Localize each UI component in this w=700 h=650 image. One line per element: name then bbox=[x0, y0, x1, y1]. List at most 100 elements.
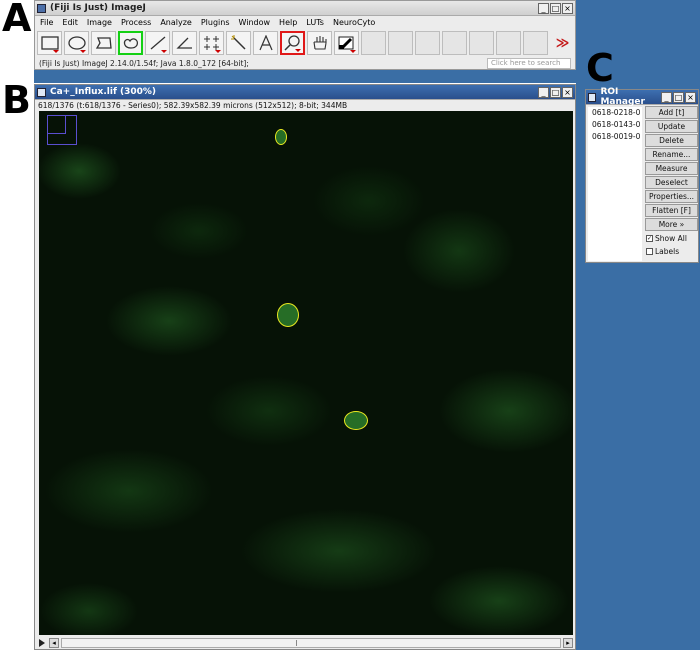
maximize-button[interactable]: □ bbox=[550, 2, 561, 14]
dropdown-indicator bbox=[161, 50, 167, 53]
image-window-titlebar[interactable]: Ca+_Influx.lif (300%) _ □ × bbox=[35, 85, 575, 100]
status-text: (Fiji Is Just) ImageJ 2.14.0/1.54f; Java… bbox=[39, 58, 249, 68]
rectangle-tool[interactable] bbox=[37, 31, 62, 55]
search-input[interactable]: Click here to search bbox=[487, 57, 571, 69]
delete-button[interactable]: Delete bbox=[645, 134, 698, 147]
add-button[interactable]: Add [t] bbox=[645, 106, 698, 119]
minimize-button[interactable]: _ bbox=[538, 86, 549, 98]
scroll-right-arrow[interactable]: ▸ bbox=[563, 637, 573, 648]
dropdown-indicator bbox=[295, 49, 301, 52]
multipoint-icon bbox=[203, 36, 219, 50]
checkbox-checked-icon: ✓ bbox=[646, 235, 653, 242]
dropdown-indicator bbox=[215, 50, 221, 53]
labels-checkbox[interactable]: Labels bbox=[645, 245, 698, 258]
zoom-navigator-viewport bbox=[48, 116, 66, 134]
minimize-button[interactable]: _ bbox=[661, 91, 672, 103]
close-button[interactable]: × bbox=[562, 86, 573, 98]
labels-label: Labels bbox=[655, 247, 680, 256]
angle-icon bbox=[175, 37, 192, 49]
roi-list-item[interactable]: 0618-0143-0 bbox=[588, 119, 642, 131]
multipoint-tool[interactable] bbox=[199, 31, 224, 55]
menu-window[interactable]: Window bbox=[239, 18, 271, 27]
roi-list[interactable]: 0618-0218-0 0618-0143-0 0618-0019-0 bbox=[588, 107, 642, 261]
menu-edit[interactable]: Edit bbox=[62, 18, 78, 27]
image-canvas[interactable] bbox=[39, 111, 573, 635]
imagej-titlebar[interactable]: (Fiji Is Just) ImageJ _ □ × bbox=[35, 1, 575, 16]
scroll-thumb[interactable] bbox=[296, 639, 300, 646]
text-tool[interactable] bbox=[253, 31, 278, 55]
properties-button[interactable]: Properties... bbox=[645, 190, 698, 203]
roi-list-item[interactable]: 0618-0019-0 bbox=[588, 131, 642, 143]
panel-label-b: B bbox=[2, 78, 31, 122]
imagej-statusbar: (Fiji Is Just) ImageJ 2.14.0/1.54f; Java… bbox=[35, 57, 575, 69]
imagej-title: (Fiji Is Just) ImageJ bbox=[50, 3, 146, 13]
scroll-track[interactable] bbox=[61, 637, 561, 648]
line-tool[interactable] bbox=[145, 31, 170, 55]
zoom-navigator[interactable] bbox=[47, 115, 77, 145]
update-button[interactable]: Update bbox=[645, 120, 698, 133]
image-window: Ca+_Influx.lif (300%) _ □ × 618/1376 (t:… bbox=[34, 84, 576, 650]
roi-manager-titlebar[interactable]: ROI Manager _ □ × bbox=[586, 87, 698, 107]
close-button[interactable]: × bbox=[562, 2, 573, 14]
dropdown-indicator bbox=[80, 50, 86, 53]
magnifier-tool[interactable] bbox=[280, 31, 305, 55]
roi-outline-3[interactable] bbox=[344, 411, 368, 430]
roi-outline-1[interactable] bbox=[275, 129, 287, 145]
empty-tool-slot bbox=[496, 31, 521, 55]
angle-tool[interactable] bbox=[172, 31, 197, 55]
show-all-checkbox[interactable]: ✓ Show All bbox=[645, 232, 698, 245]
flatten-button[interactable]: Flatten [F] bbox=[645, 204, 698, 217]
rename-button[interactable]: Rename... bbox=[645, 148, 698, 161]
menu-neurocyto[interactable]: NeuroCyto bbox=[333, 18, 375, 27]
dropper-icon bbox=[338, 36, 353, 50]
play-icon[interactable] bbox=[39, 638, 45, 647]
menu-luts[interactable]: LUTs bbox=[306, 18, 324, 27]
wand-tool[interactable] bbox=[226, 31, 251, 55]
roi-manager-title: ROI Manager bbox=[600, 87, 645, 107]
empty-tool-slot bbox=[388, 31, 413, 55]
menu-help[interactable]: Help bbox=[279, 18, 297, 27]
empty-tool-slot bbox=[415, 31, 440, 55]
measure-button[interactable]: Measure bbox=[645, 162, 698, 175]
maximize-button[interactable]: □ bbox=[550, 86, 561, 98]
menu-image[interactable]: Image bbox=[87, 18, 112, 27]
imagej-main-window: (Fiji Is Just) ImageJ _ □ × File Edit Im… bbox=[34, 0, 576, 70]
dropdown-indicator bbox=[53, 50, 59, 53]
line-icon bbox=[150, 36, 165, 50]
color-picker-tool[interactable] bbox=[334, 31, 359, 55]
menu-file[interactable]: File bbox=[40, 18, 53, 27]
roi-manager-buttons: Add [t] Update Delete Rename... Measure … bbox=[645, 106, 698, 258]
roi-outline-2[interactable] bbox=[277, 303, 299, 327]
menu-process[interactable]: Process bbox=[121, 18, 151, 27]
roi-manager-icon bbox=[588, 92, 597, 102]
checkbox-unchecked-icon bbox=[646, 248, 653, 255]
hand-icon bbox=[312, 36, 327, 50]
menu-plugins[interactable]: Plugins bbox=[201, 18, 230, 27]
panel-label-a: A bbox=[2, 0, 32, 40]
polygon-icon bbox=[95, 37, 112, 49]
imagej-app-icon bbox=[37, 3, 46, 13]
polygon-tool[interactable] bbox=[91, 31, 116, 55]
freehand-tool[interactable] bbox=[118, 31, 143, 55]
more-button[interactable]: More » bbox=[645, 218, 698, 231]
rectangle-icon bbox=[40, 36, 59, 50]
stack-scrollbar[interactable]: ◂ ▸ bbox=[39, 637, 573, 648]
empty-tool-slot bbox=[523, 31, 548, 55]
imagej-menubar: File Edit Image Process Analyze Plugins … bbox=[35, 16, 575, 29]
maximize-button[interactable]: □ bbox=[673, 91, 684, 103]
image-window-title: Ca+_Influx.lif (300%) bbox=[50, 87, 157, 97]
menu-analyze[interactable]: Analyze bbox=[160, 18, 192, 27]
empty-tool-slot bbox=[469, 31, 494, 55]
minimize-button[interactable]: _ bbox=[538, 2, 549, 14]
text-icon bbox=[258, 35, 273, 51]
hand-tool[interactable] bbox=[307, 31, 332, 55]
more-tools-button[interactable]: ≫ bbox=[550, 31, 575, 55]
oval-tool[interactable] bbox=[64, 31, 89, 55]
close-button[interactable]: × bbox=[685, 91, 696, 103]
freehand-icon bbox=[123, 38, 138, 49]
scroll-left-arrow[interactable]: ◂ bbox=[49, 637, 59, 648]
imagej-toolbar: ≫ bbox=[35, 29, 575, 57]
deselect-button[interactable]: Deselect bbox=[645, 176, 698, 189]
roi-list-item[interactable]: 0618-0218-0 bbox=[588, 107, 642, 119]
desktop-background-strip bbox=[34, 68, 578, 83]
